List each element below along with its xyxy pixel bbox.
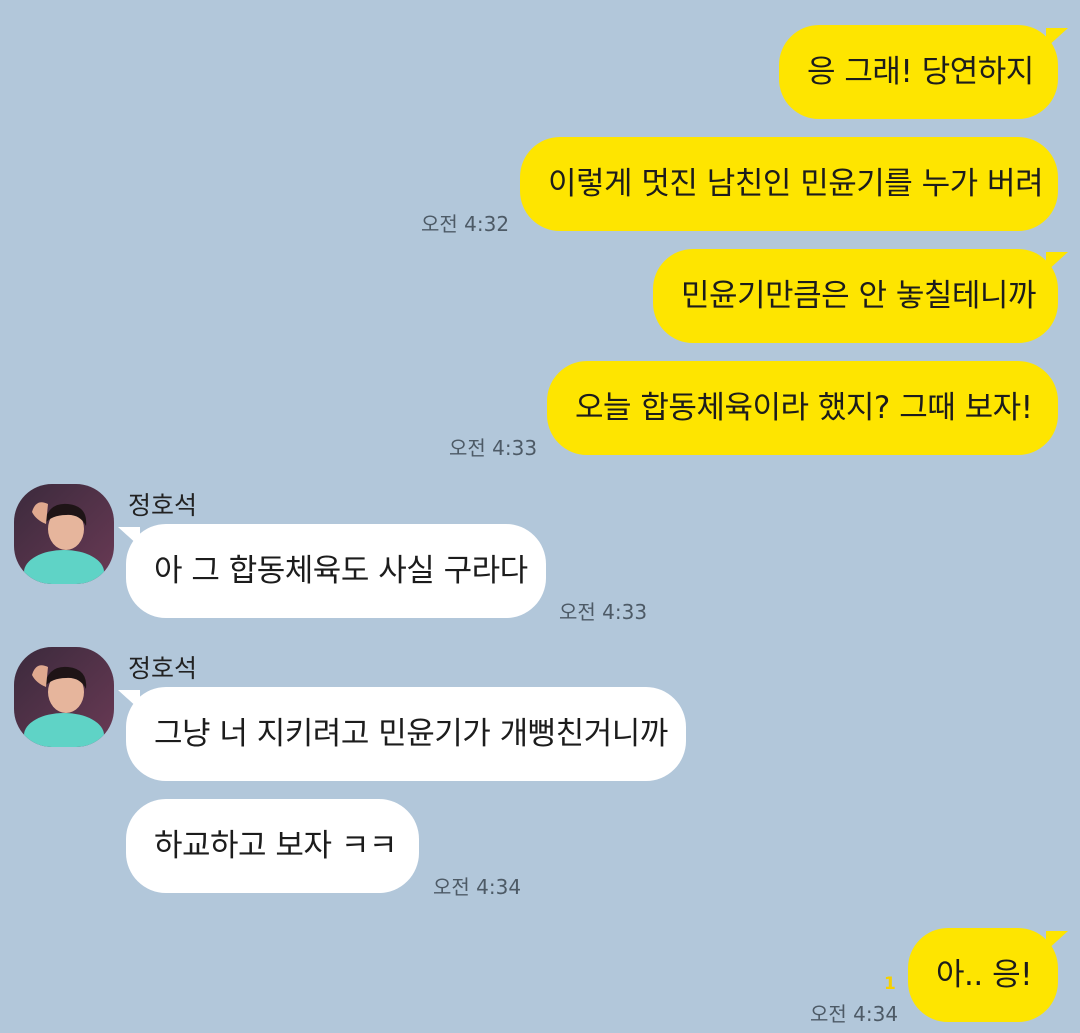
message-time: 오전 4:33 bbox=[559, 600, 648, 624]
bubble-tail bbox=[118, 527, 140, 547]
sender-name: 정호석 bbox=[128, 491, 198, 520]
outgoing-message[interactable]: 오늘 합동체육이라 했지? 그때 보자! bbox=[547, 361, 1058, 455]
profile-photo-icon bbox=[14, 484, 114, 584]
profile-photo-icon bbox=[14, 647, 114, 747]
message-time: 오전 4:32 bbox=[421, 212, 510, 236]
avatar[interactable] bbox=[14, 484, 114, 584]
outgoing-message[interactable]: 응 그래! 당연하지 bbox=[779, 25, 1058, 119]
incoming-message[interactable]: 그냥 너 지키려고 민윤기가 개뻥친거니까 bbox=[126, 687, 686, 781]
message-time: 오전 4:33 bbox=[449, 436, 538, 460]
message-text: 아 그 합동체육도 사실 구라다 bbox=[154, 553, 528, 589]
message-text: 오늘 합동체육이라 했지? 그때 보자! bbox=[575, 390, 1033, 426]
bubble-tail bbox=[1046, 931, 1068, 951]
bubble-tail bbox=[1046, 252, 1068, 272]
outgoing-message[interactable]: 이렇게 멋진 남친인 민윤기를 누가 버려 bbox=[520, 137, 1058, 231]
message-time: 오전 4:34 bbox=[433, 875, 522, 899]
bubble-tail bbox=[118, 690, 140, 710]
message-time: 오전 4:34 bbox=[810, 1002, 899, 1026]
incoming-message[interactable]: 하교하고 보자 ㅋㅋ bbox=[126, 799, 419, 893]
unread-count: 1 bbox=[884, 974, 896, 994]
message-text: 하교하고 보자 ㅋㅋ bbox=[154, 828, 397, 864]
message-text: 그냥 너 지키려고 민윤기가 개뻥친거니까 bbox=[154, 716, 668, 752]
message-text: 응 그래! 당연하지 bbox=[807, 54, 1034, 90]
message-text: 민윤기만큼은 안 놓칠테니까 bbox=[681, 278, 1036, 314]
outgoing-message[interactable]: 민윤기만큼은 안 놓칠테니까 bbox=[653, 249, 1058, 343]
message-text: 이렇게 멋진 남친인 민윤기를 누가 버려 bbox=[548, 166, 1044, 202]
bubble-tail bbox=[1046, 28, 1068, 48]
incoming-message[interactable]: 아 그 합동체육도 사실 구라다 bbox=[126, 524, 546, 618]
outgoing-message[interactable]: 아.. 응! bbox=[908, 928, 1058, 1022]
message-text: 아.. 응! bbox=[936, 957, 1033, 993]
avatar[interactable] bbox=[14, 647, 114, 747]
sender-name: 정호석 bbox=[128, 654, 198, 683]
chat-room: 응 그래! 당연하지 이렇게 멋진 남친인 민윤기를 누가 버려 오전 4:32… bbox=[0, 0, 1080, 1033]
